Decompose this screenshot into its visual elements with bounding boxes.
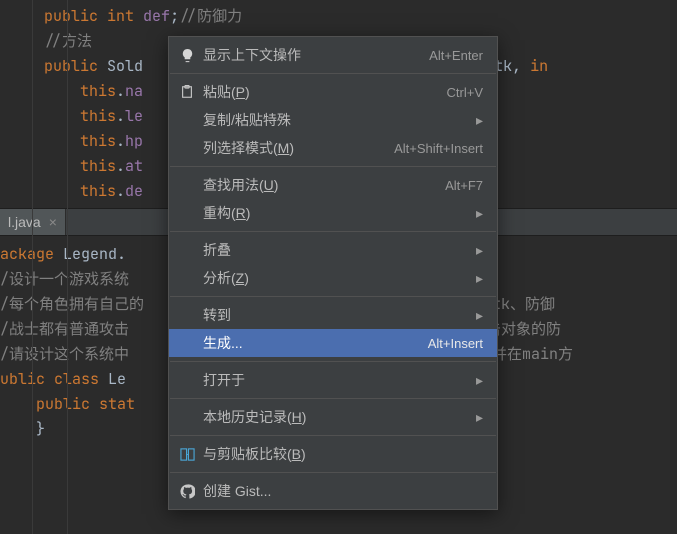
menu-separator — [170, 296, 496, 297]
menu-separator — [170, 361, 496, 362]
github-icon — [177, 484, 197, 499]
menu-item[interactable]: 打开于▸ — [169, 366, 497, 394]
menu-item-label: 转到 — [203, 305, 473, 325]
menu-item-label: 列选择模式(M) — [203, 138, 394, 158]
menu-item[interactable]: 生成...Alt+Insert — [169, 329, 497, 357]
menu-item-shortcut: Alt+Enter — [429, 48, 483, 63]
menu-separator — [170, 472, 496, 473]
menu-item-label: 粘贴(P) — [203, 82, 447, 102]
chevron-right-icon: ▸ — [473, 242, 483, 259]
menu-item[interactable]: 复制/粘贴特殊▸ — [169, 106, 497, 134]
menu-item-label: 与剪贴板比较(B) — [203, 444, 483, 464]
chevron-right-icon: ▸ — [473, 112, 483, 129]
menu-item[interactable]: 本地历史记录(H)▸ — [169, 403, 497, 431]
menu-item-label: 重构(R) — [203, 203, 473, 223]
menu-separator — [170, 435, 496, 436]
menu-item-shortcut: Ctrl+V — [447, 85, 483, 100]
menu-item-shortcut: Alt+Insert — [428, 336, 483, 351]
menu-item[interactable]: 列选择模式(M)Alt+Shift+Insert — [169, 134, 497, 162]
diff-icon — [177, 447, 197, 462]
menu-item-label: 查找用法(U) — [203, 175, 445, 195]
menu-item-label: 显示上下文操作 — [203, 45, 429, 65]
menu-item-shortcut: Alt+Shift+Insert — [394, 141, 483, 156]
chevron-right-icon: ▸ — [473, 409, 483, 426]
context-menu: 显示上下文操作Alt+Enter粘贴(P)Ctrl+V复制/粘贴特殊▸列选择模式… — [168, 36, 498, 510]
tab-label: l.java — [8, 214, 41, 230]
bulb-icon — [177, 48, 197, 63]
menu-item-label: 打开于 — [203, 370, 473, 390]
menu-item-label: 分析(Z) — [203, 268, 473, 288]
menu-item[interactable]: 查找用法(U)Alt+F7 — [169, 171, 497, 199]
menu-item-shortcut: Alt+F7 — [445, 178, 483, 193]
menu-item[interactable]: 分析(Z)▸ — [169, 264, 497, 292]
menu-item[interactable]: 与剪贴板比较(B) — [169, 440, 497, 468]
menu-item-label: 生成... — [203, 333, 428, 353]
paste-icon — [177, 85, 197, 99]
chevron-right-icon: ▸ — [473, 205, 483, 222]
menu-item[interactable]: 折叠▸ — [169, 236, 497, 264]
close-icon[interactable]: × — [49, 214, 57, 230]
menu-item-label: 本地历史记录(H) — [203, 407, 473, 427]
code-line: public int def;//防御力 — [8, 4, 677, 29]
chevron-right-icon: ▸ — [473, 372, 483, 389]
menu-separator — [170, 166, 496, 167]
menu-item[interactable]: 重构(R)▸ — [169, 199, 497, 227]
menu-item-label: 复制/粘贴特殊 — [203, 110, 473, 130]
menu-item[interactable]: 创建 Gist... — [169, 477, 497, 505]
menu-item[interactable]: 转到▸ — [169, 301, 497, 329]
chevron-right-icon: ▸ — [473, 270, 483, 287]
chevron-right-icon: ▸ — [473, 307, 483, 324]
menu-separator — [170, 73, 496, 74]
menu-item-label: 折叠 — [203, 240, 473, 260]
menu-item-label: 创建 Gist... — [203, 481, 483, 501]
menu-item[interactable]: 显示上下文操作Alt+Enter — [169, 41, 497, 69]
menu-separator — [170, 231, 496, 232]
menu-separator — [170, 398, 496, 399]
menu-item[interactable]: 粘贴(P)Ctrl+V — [169, 78, 497, 106]
